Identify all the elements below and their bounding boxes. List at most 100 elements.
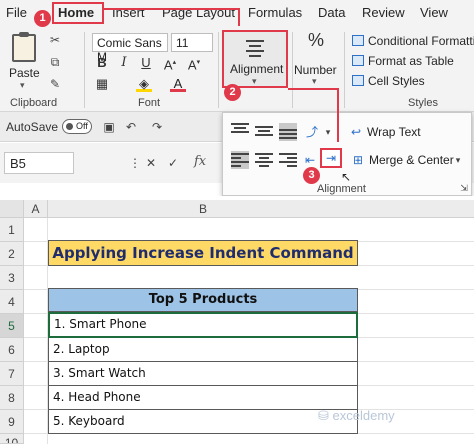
callout-line bbox=[337, 88, 339, 142]
paste-button[interactable]: Paste ▾ bbox=[6, 30, 42, 90]
increase-indent-button[interactable]: ⇥ bbox=[320, 148, 342, 168]
chevron-down-icon[interactable]: ▾ bbox=[321, 125, 335, 139]
callout-line bbox=[238, 8, 240, 26]
enter-icon[interactable]: ✓ bbox=[166, 156, 180, 170]
row-header[interactable]: 3 bbox=[0, 266, 24, 290]
column-header-a[interactable]: A bbox=[24, 200, 48, 218]
bold-icon[interactable]: B bbox=[94, 55, 110, 71]
chevron-down-icon: ▾ bbox=[20, 80, 25, 90]
bottom-align-icon[interactable] bbox=[279, 123, 297, 141]
step-badge: 2 bbox=[224, 84, 241, 101]
tab-file[interactable]: File bbox=[6, 5, 27, 20]
align-right-icon[interactable] bbox=[279, 151, 297, 169]
clipboard-icon bbox=[12, 32, 36, 62]
align-center-icon[interactable] bbox=[255, 151, 273, 169]
cancel-icon[interactable]: ✕ bbox=[144, 156, 158, 170]
decrease-font-size-icon[interactable]: A▾ bbox=[186, 55, 202, 72]
orientation-icon[interactable]: ⤴ bbox=[305, 125, 319, 139]
row-header[interactable]: 2 bbox=[0, 242, 24, 266]
italic-icon[interactable]: I bbox=[116, 55, 132, 71]
merge-center-button[interactable]: Merge & Center bbox=[369, 153, 454, 167]
sheet-title-cell[interactable]: Applying Increase Indent Command bbox=[48, 240, 358, 266]
middle-align-icon[interactable] bbox=[255, 123, 273, 141]
format-as-table-button[interactable]: Format as Table bbox=[352, 54, 454, 68]
home-tab-highlight bbox=[52, 2, 104, 24]
alignment-button[interactable]: Alignment ▾ bbox=[222, 30, 288, 88]
chevron-down-icon: ▾ bbox=[252, 76, 257, 86]
fill-color-icon[interactable]: ◈ bbox=[136, 76, 152, 92]
step-badge: 1 bbox=[34, 10, 51, 27]
cell-styles-button[interactable]: Cell Styles bbox=[352, 74, 425, 88]
chevron-down-icon[interactable]: ▾ bbox=[451, 153, 465, 167]
wrap-text-button[interactable]: Wrap Text bbox=[367, 125, 421, 139]
table-icon bbox=[352, 55, 364, 66]
decrease-indent-icon[interactable]: ⇤ bbox=[303, 153, 317, 167]
conditional-formatting-icon bbox=[352, 35, 364, 46]
conditional-formatting-label: Conditional Formatting bbox=[368, 34, 474, 48]
merge-center-icon: ⊞ bbox=[352, 153, 364, 167]
chevron-down-icon: ▾ bbox=[312, 76, 317, 86]
tab-data[interactable]: Data bbox=[318, 5, 345, 20]
table-row[interactable]: 4. Head Phone bbox=[48, 386, 358, 410]
autosave-toggle[interactable]: Off bbox=[62, 119, 92, 134]
number-label: Number bbox=[294, 63, 337, 77]
borders-icon[interactable]: ▦ bbox=[94, 76, 110, 92]
divider bbox=[292, 32, 293, 108]
increase-font-size-icon[interactable]: A▴ bbox=[162, 55, 178, 72]
align-center-icon bbox=[246, 40, 264, 60]
cell-styles-icon bbox=[352, 75, 364, 86]
tab-formulas[interactable]: Formulas bbox=[248, 5, 302, 20]
row-header[interactable]: 9 bbox=[0, 410, 24, 434]
column-header-blank bbox=[358, 200, 474, 218]
format-painter-icon[interactable]: ✎ bbox=[48, 77, 62, 91]
dialog-launcher-icon[interactable]: ⇲ bbox=[457, 181, 471, 195]
group-label-clipboard: Clipboard bbox=[10, 97, 58, 109]
row-header[interactable]: 10 bbox=[0, 434, 24, 444]
table-row-selected[interactable]: 1. Smart Phone bbox=[48, 312, 358, 338]
divider bbox=[218, 32, 219, 108]
callout-line bbox=[288, 88, 338, 90]
divider bbox=[84, 32, 85, 108]
underline-icon[interactable]: U bbox=[138, 55, 154, 71]
group-label-font: Font bbox=[138, 97, 161, 109]
tab-review[interactable]: Review bbox=[362, 5, 405, 20]
divider bbox=[344, 32, 345, 108]
row-header[interactable]: 1 bbox=[0, 218, 24, 242]
watermark-text: exceldemy bbox=[332, 408, 395, 423]
font-name-select[interactable]: Comic Sans M bbox=[92, 33, 168, 64]
select-all-corner[interactable] bbox=[0, 200, 24, 218]
number-button[interactable]: % Number ▾ bbox=[294, 30, 337, 88]
cut-icon[interactable]: ✂ bbox=[48, 33, 62, 47]
row-header[interactable]: 8 bbox=[0, 386, 24, 410]
align-left-icon[interactable] bbox=[231, 151, 249, 169]
table-row[interactable]: 2. Laptop bbox=[48, 338, 358, 362]
row-header[interactable]: 4 bbox=[0, 290, 24, 314]
table-header-cell[interactable]: Top 5 Products bbox=[48, 288, 358, 312]
conditional-formatting-button[interactable]: Conditional Formatting bbox=[352, 34, 474, 48]
copy-icon[interactable]: ⧉ bbox=[48, 55, 62, 69]
autosave-label: AutoSave bbox=[6, 120, 59, 134]
table-row[interactable]: 3. Smart Watch bbox=[48, 362, 358, 386]
group-label-styles: Styles bbox=[408, 97, 438, 109]
row-header[interactable]: 7 bbox=[0, 362, 24, 386]
percent-icon: % bbox=[307, 30, 324, 50]
undo-icon[interactable]: ↶ bbox=[124, 120, 138, 134]
top-align-icon[interactable] bbox=[231, 123, 249, 141]
font-size-select[interactable]: 11 bbox=[171, 33, 213, 52]
name-box[interactable]: B5 bbox=[4, 152, 74, 174]
font-color-icon[interactable]: A bbox=[170, 76, 186, 92]
column-header-b[interactable]: B bbox=[48, 200, 358, 218]
wrap-text-icon: ↩ bbox=[350, 125, 362, 139]
increase-indent-icon: ⇥ bbox=[325, 151, 337, 165]
format-as-table-label: Format as Table bbox=[368, 54, 454, 68]
insert-function-icon[interactable]: fx bbox=[194, 154, 206, 169]
tab-view[interactable]: View bbox=[420, 5, 448, 20]
table-row[interactable]: 5. Keyboard bbox=[48, 410, 358, 434]
save-icon[interactable]: ▣ bbox=[102, 120, 116, 134]
watermark-logo: ⛁ exceldemy bbox=[318, 408, 395, 423]
cell-styles-label: Cell Styles bbox=[368, 74, 425, 88]
more-icon: ⋮ bbox=[129, 156, 141, 170]
row-header[interactable]: 6 bbox=[0, 338, 24, 362]
redo-icon[interactable]: ↷ bbox=[150, 120, 164, 134]
row-header-selected[interactable]: 5 bbox=[0, 314, 24, 338]
